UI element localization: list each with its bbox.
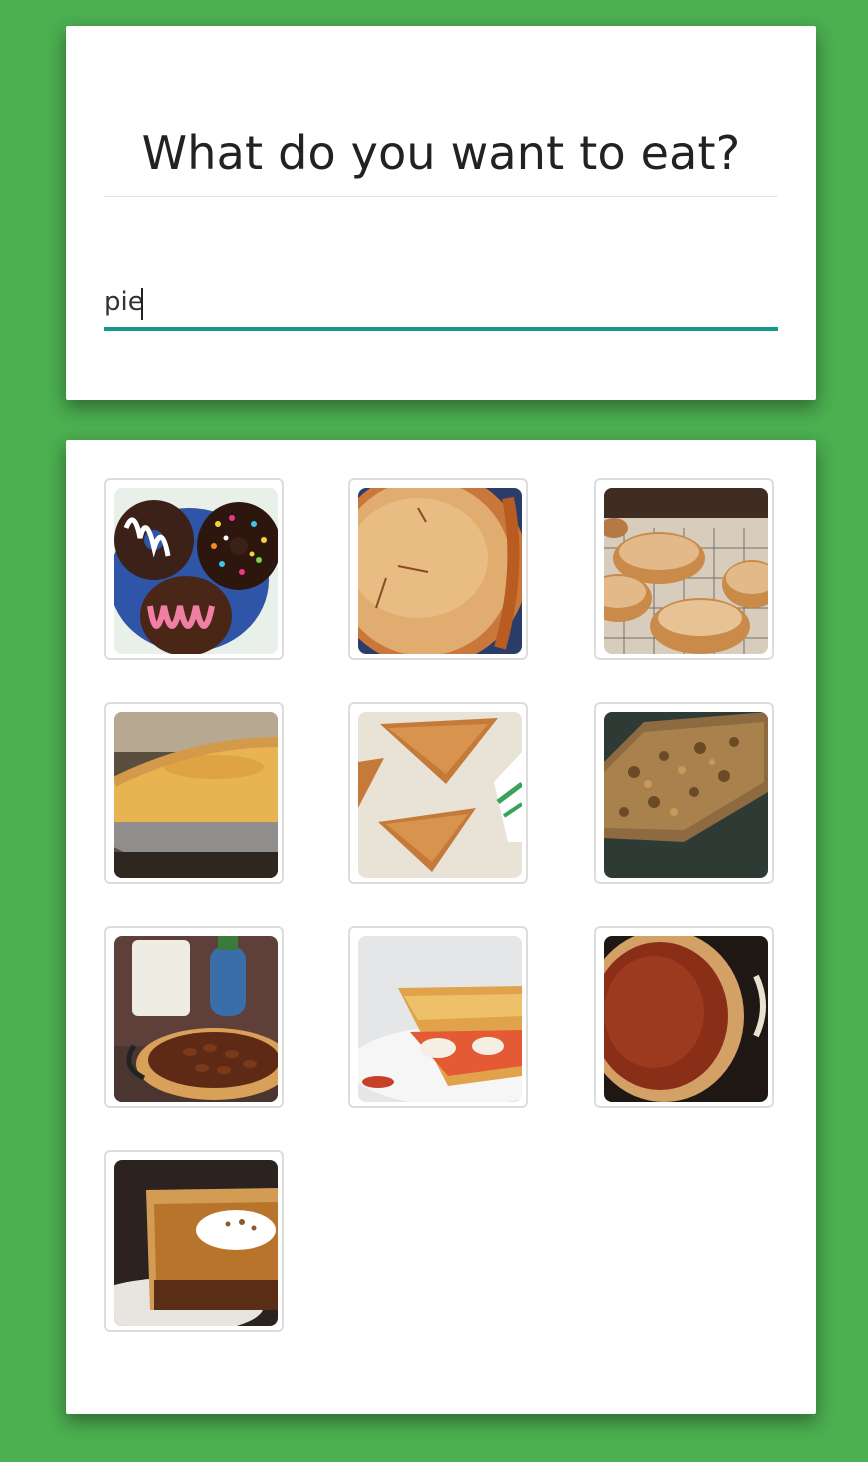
- result-tile[interactable]: [348, 702, 528, 884]
- page-title: What do you want to eat?: [141, 126, 741, 180]
- search-input-underline: [104, 327, 778, 331]
- result-tile[interactable]: [104, 926, 284, 1108]
- hand-pies-image: [358, 712, 522, 878]
- pumpkin-pie-image: [114, 1160, 278, 1326]
- sweet-potato-pie-image: [604, 936, 768, 1102]
- result-tile[interactable]: [594, 702, 774, 884]
- result-tile[interactable]: [348, 478, 528, 660]
- results-card: [66, 440, 816, 1414]
- text-caret: [141, 288, 143, 320]
- donuts-image: [114, 488, 278, 654]
- result-tile[interactable]: [104, 1150, 284, 1332]
- mini-pies-image: [604, 488, 768, 654]
- result-tile[interactable]: [104, 702, 284, 884]
- result-tile[interactable]: [594, 926, 774, 1108]
- tomato-pie-image: [358, 936, 522, 1102]
- fruit-pie-image: [358, 488, 522, 654]
- result-tile[interactable]: [348, 926, 528, 1108]
- search-card: What do you want to eat?: [66, 26, 816, 400]
- result-tile[interactable]: [594, 478, 774, 660]
- meat-pie-image: [604, 712, 768, 878]
- divider: [104, 196, 778, 197]
- custard-pie-image: [114, 712, 278, 878]
- search-input[interactable]: [104, 280, 778, 324]
- pecan-pie-image: [114, 936, 278, 1102]
- result-tile[interactable]: [104, 478, 284, 660]
